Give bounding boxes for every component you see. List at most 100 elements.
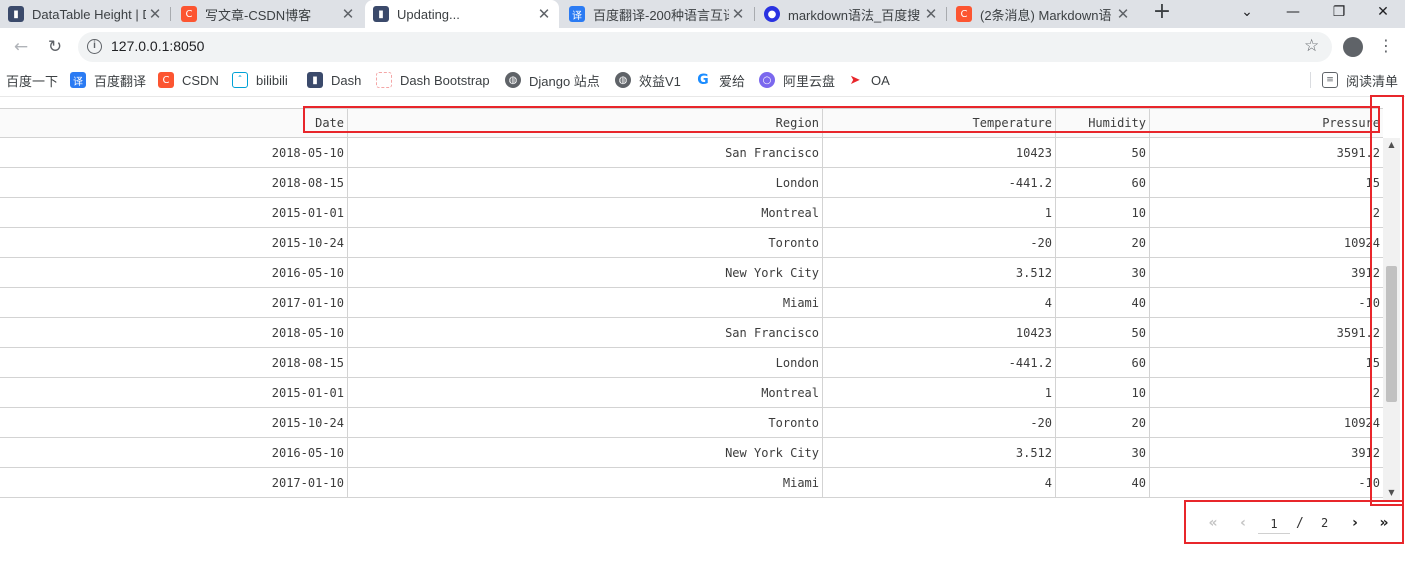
window-close-icon[interactable]: ✕: [1360, 0, 1405, 28]
cell-date[interactable]: 2015-01-01: [0, 198, 348, 228]
cell-region[interactable]: Toronto: [348, 228, 823, 258]
cell-date[interactable]: 2015-01-01: [0, 378, 348, 408]
bookmark-baidu-translate[interactable]: 译 百度翻译: [70, 71, 146, 89]
scrollbar-thumb[interactable]: [1386, 266, 1397, 402]
cell-pressure[interactable]: 10924: [1150, 228, 1383, 258]
bookmark-csdn[interactable]: C CSDN: [158, 71, 219, 89]
scroll-up-arrow-icon[interactable]: ▲: [1383, 138, 1400, 152]
cell-date[interactable]: 2015-10-24: [0, 408, 348, 438]
maximize-icon[interactable]: ❐: [1316, 0, 1362, 28]
minimize-icon[interactable]: —: [1270, 0, 1316, 28]
cell-temperature[interactable]: 10423: [823, 318, 1056, 348]
cell-date[interactable]: 2017-01-10: [0, 468, 348, 498]
back-icon[interactable]: ←: [10, 36, 32, 58]
next-page-icon[interactable]: ›: [1344, 512, 1366, 534]
cell-pressure[interactable]: 2: [1150, 198, 1383, 228]
site-info-icon[interactable]: i: [87, 39, 102, 54]
cell-pressure[interactable]: 3912: [1150, 438, 1383, 468]
cell-pressure[interactable]: -10: [1150, 288, 1383, 318]
address-bar[interactable]: i 127.0.0.1:8050 ☆: [78, 32, 1332, 62]
cell-temperature[interactable]: -20: [823, 228, 1056, 258]
cell-humidity[interactable]: 50: [1056, 318, 1150, 348]
column-header-pressure[interactable]: Pressure: [1150, 109, 1383, 139]
column-header-date[interactable]: Date: [0, 109, 348, 139]
new-tab-button[interactable]: +: [1150, 1, 1174, 25]
cell-temperature[interactable]: -441.2: [823, 168, 1056, 198]
close-icon[interactable]: ✕: [146, 5, 164, 23]
close-icon[interactable]: ✕: [535, 5, 553, 23]
cell-region[interactable]: London: [348, 348, 823, 378]
cell-humidity[interactable]: 60: [1056, 348, 1150, 378]
bookmark-aliyun-drive[interactable]: ○ 阿里云盘: [759, 71, 835, 89]
table-vertical-scrollbar[interactable]: ▲ ▼: [1383, 138, 1400, 500]
cell-pressure[interactable]: 2: [1150, 378, 1383, 408]
close-icon[interactable]: ✕: [339, 5, 357, 23]
cell-humidity[interactable]: 40: [1056, 288, 1150, 318]
cell-date[interactable]: 2018-08-15: [0, 168, 348, 198]
bookmark-aigei[interactable]: G 爱给: [695, 71, 745, 89]
tab-datatable-height[interactable]: ▮ DataTable Height | Das ✕: [0, 0, 170, 28]
cell-humidity[interactable]: 30: [1056, 258, 1150, 288]
bookmark-bilibili[interactable]: ˆ bilibili: [232, 71, 288, 89]
cell-temperature[interactable]: 1: [823, 378, 1056, 408]
cell-pressure[interactable]: 3591.2: [1150, 138, 1383, 168]
cell-date[interactable]: 2018-05-10: [0, 138, 348, 168]
cell-humidity[interactable]: 30: [1056, 438, 1150, 468]
cell-region[interactable]: San Francisco: [348, 138, 823, 168]
cell-date[interactable]: 2016-05-10: [0, 438, 348, 468]
cell-region[interactable]: Miami: [348, 468, 823, 498]
cell-date[interactable]: 2016-05-10: [0, 258, 348, 288]
bookmark-baidu[interactable]: 百度一下: [6, 71, 58, 89]
profile-avatar-icon[interactable]: [1343, 37, 1363, 57]
cell-region[interactable]: Montreal: [348, 198, 823, 228]
tab-baidu-translate[interactable]: 译 百度翻译-200种语言互译 ✕: [561, 0, 753, 28]
cell-temperature[interactable]: 3.512: [823, 438, 1056, 468]
cell-region[interactable]: New York City: [348, 438, 823, 468]
bookmark-dash[interactable]: ▮ Dash: [307, 71, 361, 89]
cell-humidity[interactable]: 10: [1056, 378, 1150, 408]
cell-region[interactable]: Toronto: [348, 408, 823, 438]
column-header-humidity[interactable]: Humidity: [1056, 109, 1150, 139]
close-icon[interactable]: ✕: [922, 5, 940, 23]
bookmark-oa[interactable]: ➤ OA: [847, 71, 890, 89]
previous-page-icon[interactable]: ‹: [1232, 512, 1254, 534]
cell-pressure[interactable]: 10924: [1150, 408, 1383, 438]
cell-temperature[interactable]: 4: [823, 288, 1056, 318]
scroll-down-arrow-icon[interactable]: ▼: [1383, 486, 1400, 500]
bookmark-dash-bootstrap[interactable]: Dash Bootstrap: [376, 71, 490, 89]
cell-date[interactable]: 2015-10-24: [0, 228, 348, 258]
cell-region[interactable]: Miami: [348, 288, 823, 318]
address-url[interactable]: 127.0.0.1:8050: [111, 38, 204, 54]
more-menu-icon[interactable]: ⋮: [1378, 36, 1394, 55]
cell-pressure[interactable]: -10: [1150, 468, 1383, 498]
cell-region[interactable]: New York City: [348, 258, 823, 288]
cell-date[interactable]: 2017-01-10: [0, 288, 348, 318]
cell-temperature[interactable]: 4: [823, 468, 1056, 498]
cell-temperature[interactable]: 1: [823, 198, 1056, 228]
cell-humidity[interactable]: 40: [1056, 468, 1150, 498]
column-header-temperature[interactable]: Temperature: [823, 109, 1056, 139]
bookmark-star-icon[interactable]: ☆: [1304, 36, 1319, 56]
cell-pressure[interactable]: 3591.2: [1150, 318, 1383, 348]
close-icon[interactable]: ✕: [1114, 5, 1132, 23]
cell-date[interactable]: 2018-05-10: [0, 318, 348, 348]
cell-region[interactable]: London: [348, 168, 823, 198]
cell-temperature[interactable]: 3.512: [823, 258, 1056, 288]
first-page-icon[interactable]: «: [1202, 512, 1224, 534]
cell-temperature[interactable]: -441.2: [823, 348, 1056, 378]
cell-temperature[interactable]: 10423: [823, 138, 1056, 168]
cell-pressure[interactable]: 15: [1150, 348, 1383, 378]
tab-markdown-csdn[interactable]: C (2条消息) Markdown语 ✕: [948, 0, 1138, 28]
bookmark-xiaoyi[interactable]: ◍ 效益V1: [615, 71, 681, 89]
last-page-icon[interactable]: »: [1373, 512, 1395, 534]
tab-updating[interactable]: ▮ Updating... ✕: [365, 0, 559, 28]
cell-humidity[interactable]: 10: [1056, 198, 1150, 228]
tab-markdown-search[interactable]: ● markdown语法_百度搜 ✕: [756, 0, 946, 28]
cell-region[interactable]: San Francisco: [348, 318, 823, 348]
cell-humidity[interactable]: 20: [1056, 408, 1150, 438]
current-page-input[interactable]: [1258, 514, 1290, 534]
cell-temperature[interactable]: -20: [823, 408, 1056, 438]
reading-list[interactable]: ≡ 阅读清单: [1322, 71, 1398, 89]
tab-search-icon[interactable]: ⌄: [1224, 0, 1270, 28]
cell-humidity[interactable]: 20: [1056, 228, 1150, 258]
